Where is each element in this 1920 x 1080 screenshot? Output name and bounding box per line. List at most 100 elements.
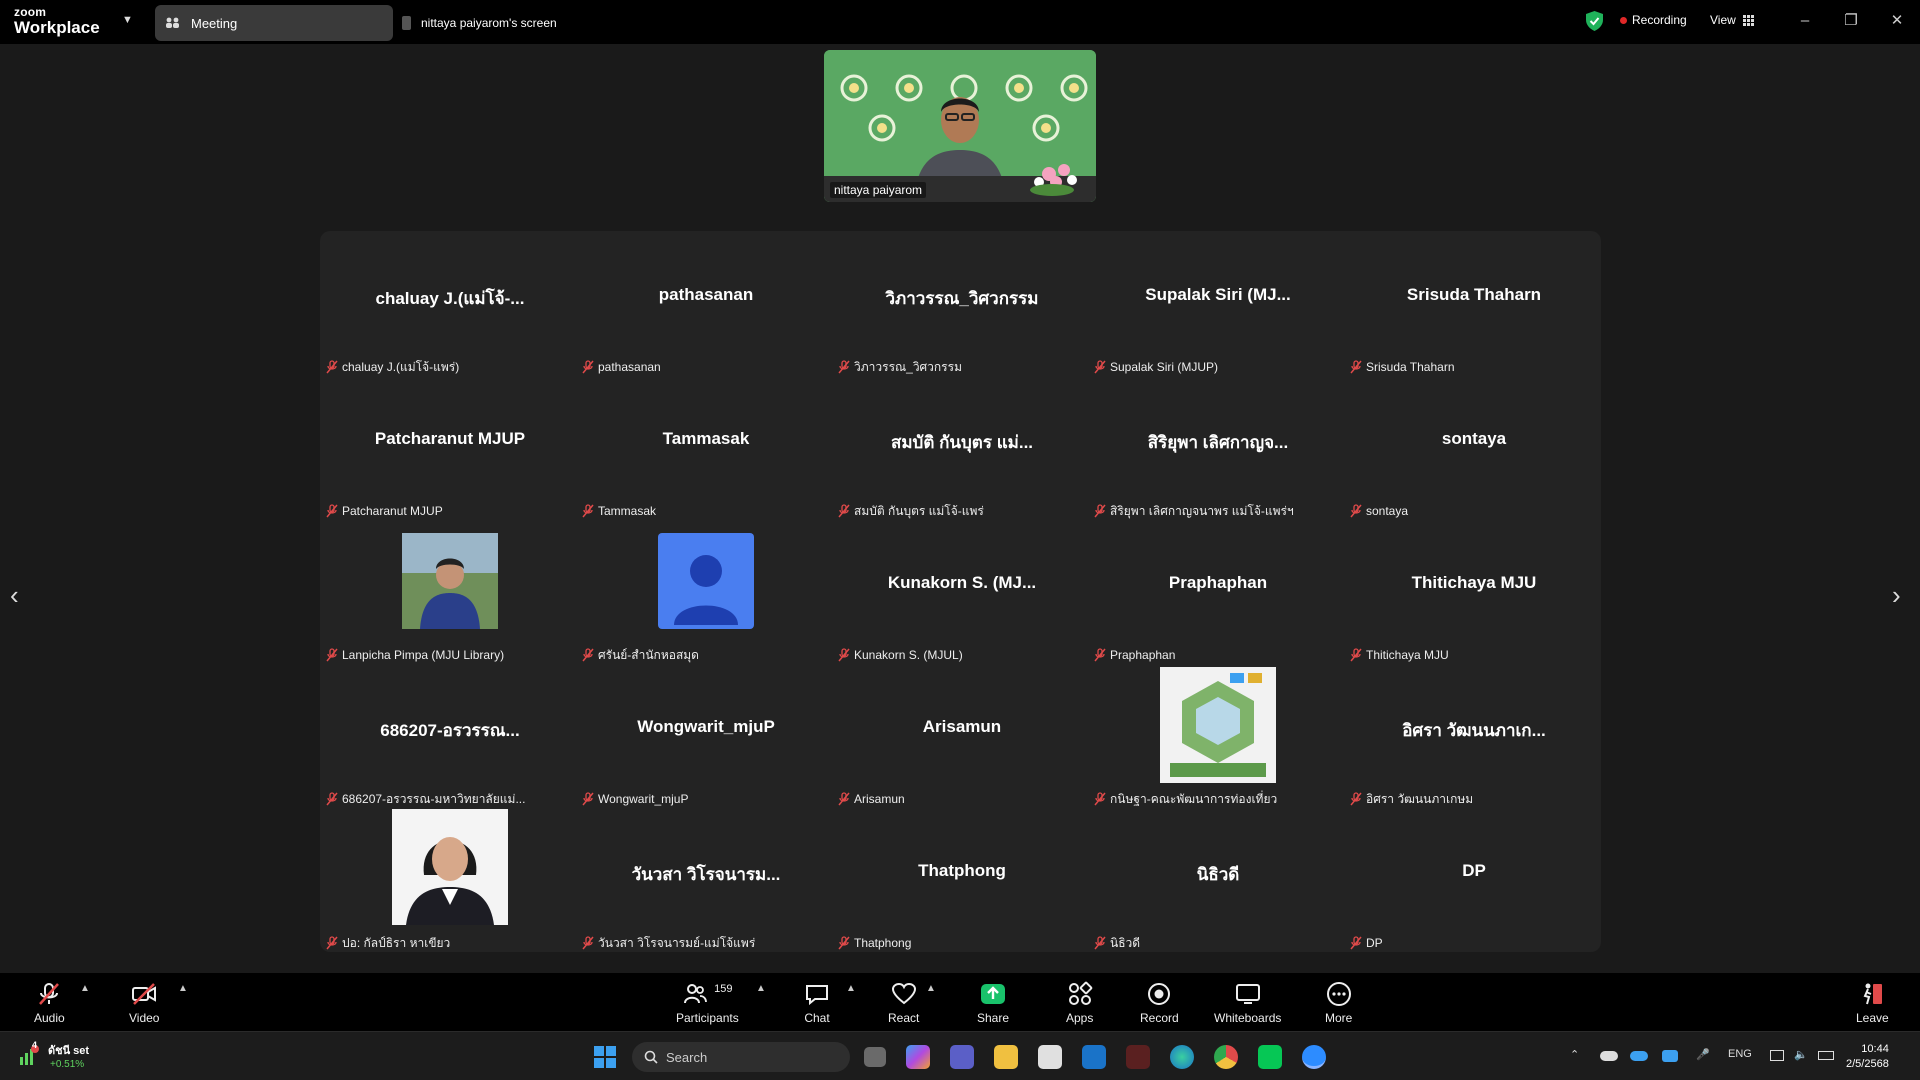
grid-icon bbox=[1742, 14, 1754, 26]
chat-button[interactable]: Chat bbox=[804, 981, 830, 1025]
chrome-icon[interactable] bbox=[1214, 1045, 1238, 1069]
prev-page-arrow-icon[interactable]: ‹ bbox=[10, 580, 19, 611]
task-view-icon[interactable] bbox=[864, 1047, 886, 1067]
stock-name: ดัชนี set bbox=[48, 1045, 90, 1057]
onedrive-icon[interactable] bbox=[1630, 1051, 1648, 1061]
participant-name-label: pathasanan bbox=[582, 357, 661, 377]
participant-tile[interactable]: sontaya sontaya bbox=[1346, 377, 1602, 521]
participants-caret-icon[interactable]: ▲ bbox=[756, 983, 766, 994]
zoom-taskbar-icon[interactable] bbox=[1302, 1045, 1326, 1069]
react-caret-icon[interactable]: ▲ bbox=[926, 983, 936, 994]
participant-name-label: chaluay J.(แม่โจ้-แพร่) bbox=[326, 357, 459, 377]
participant-tile[interactable]: Patcharanut MJUP Patcharanut MJUP bbox=[322, 377, 578, 521]
battery-icon[interactable] bbox=[1818, 1051, 1834, 1060]
video-button[interactable]: Video bbox=[129, 981, 159, 1025]
chevron-down-icon[interactable]: ▼ bbox=[122, 14, 133, 26]
participant-tile[interactable]: Thitichaya MJU Thitichaya MJU bbox=[1346, 521, 1602, 665]
participant-tile[interactable]: วิภาวรรณ_วิศวกรรม วิภาวรรณ_วิศวกรรม bbox=[834, 233, 1090, 377]
mic-muted-icon bbox=[582, 792, 594, 806]
participant-tile[interactable]: Tammasak Tammasak bbox=[578, 377, 834, 521]
mic-muted-icon bbox=[1094, 792, 1106, 806]
participant-tile[interactable]: Thatphong Thatphong bbox=[834, 809, 1090, 953]
minimize-icon[interactable]: – bbox=[1794, 10, 1816, 32]
participant-tile[interactable]: Lanpicha Pimpa (MJU Library) bbox=[322, 521, 578, 665]
participant-display-name: Praphaphan bbox=[1168, 573, 1268, 592]
react-button[interactable]: React bbox=[888, 981, 919, 1025]
video-options-caret-icon[interactable]: ▲ bbox=[178, 983, 188, 994]
participant-tile[interactable]: Supalak Siri (MJ... Supalak Siri (MJUP) bbox=[1090, 233, 1346, 377]
edge-icon[interactable] bbox=[1170, 1045, 1194, 1069]
participant-tile[interactable]: สิริยุพา เลิศกาญจ... สิริยุพา เลิศกาญจนาพ… bbox=[1090, 377, 1346, 521]
participant-tile[interactable]: Kunakorn S. (MJ... Kunakorn S. (MJUL) bbox=[834, 521, 1090, 665]
participant-tile[interactable]: 686207-อรวรรณ... 686207-อรวรรณ-มหาวิทยาลั… bbox=[322, 665, 578, 809]
participant-name: ปอ: กัลป์ธิรา หาเขียว bbox=[342, 935, 451, 950]
participant-tile[interactable]: DP DP bbox=[1346, 809, 1602, 953]
participant-tile[interactable]: Arisamun Arisamun bbox=[834, 665, 1090, 809]
tab-meeting[interactable]: Meeting bbox=[155, 5, 393, 41]
participants-button[interactable]: 159 Participants bbox=[676, 981, 739, 1025]
participant-tile[interactable]: Wongwarit_mjuP Wongwarit_mjuP bbox=[578, 665, 834, 809]
participant-tile[interactable]: Praphaphan Praphaphan bbox=[1090, 521, 1346, 665]
microphone-tray-icon[interactable]: 🎤 bbox=[1696, 1048, 1710, 1061]
stock-widget[interactable]: 4 ดัชนี set +0.51% bbox=[18, 1040, 90, 1070]
mic-muted-icon bbox=[838, 792, 850, 806]
outlook-icon[interactable] bbox=[1082, 1045, 1106, 1069]
participant-tile[interactable]: อิศรา วัฒนนภาเก... อิศรา วัฒนนภาเกษม bbox=[1346, 665, 1602, 809]
language-indicator[interactable]: ENG bbox=[1728, 1048, 1752, 1060]
tray-chevron-icon[interactable]: ⌃ bbox=[1570, 1048, 1579, 1061]
participant-name: สิริยุพา เลิศกาญจนาพร แม่โจ้-แพร่ฯ bbox=[1110, 503, 1294, 518]
windows-start-icon[interactable] bbox=[594, 1046, 616, 1068]
participant-tile[interactable]: วันวสา วิโรจนารม... วันวสา วิโรจนารมย์-แม… bbox=[578, 809, 834, 953]
line-icon[interactable] bbox=[1258, 1045, 1282, 1069]
participant-display-name: sontaya bbox=[1441, 429, 1507, 448]
participant-tile[interactable]: chaluay J.(แม่โจ้-... chaluay J.(แม่โจ้-แ… bbox=[322, 233, 578, 377]
recording-indicator[interactable]: Recording bbox=[1620, 13, 1687, 27]
woman-photo bbox=[392, 809, 508, 925]
participant-tile[interactable]: สมบัติ กันบุตร แม่... สมบัติ กันบุตร แม่โ… bbox=[834, 377, 1090, 521]
participant-name-label: สิริยุพา เลิศกาญจนาพร แม่โจ้-แพร่ฯ bbox=[1094, 501, 1294, 521]
system-clock[interactable]: 10:44 2/5/2568 bbox=[1846, 1042, 1889, 1072]
record-button[interactable]: Record bbox=[1140, 981, 1179, 1025]
participant-name: pathasanan bbox=[598, 360, 661, 374]
cloud-icon[interactable] bbox=[1600, 1051, 1618, 1061]
participant-name: ศรันย์-สำนักหอสมุด bbox=[598, 647, 699, 662]
volume-icon[interactable]: 🔈 bbox=[1794, 1048, 1808, 1061]
apps-button[interactable]: Apps bbox=[1066, 981, 1093, 1025]
participant-tile[interactable]: นิธิวดี นิธิวดี bbox=[1090, 809, 1346, 953]
close-icon[interactable]: ✕ bbox=[1886, 10, 1908, 32]
mic-muted-icon bbox=[326, 936, 338, 950]
chat-caret-icon[interactable]: ▲ bbox=[846, 983, 856, 994]
active-speaker-video[interactable]: nittaya paiyarom bbox=[824, 50, 1096, 202]
tab-shared-screen[interactable]: nittaya paiyarom's screen bbox=[402, 5, 557, 41]
copilot-icon[interactable] bbox=[906, 1045, 930, 1069]
participant-display-name: อิศรา วัฒนนภาเก... bbox=[1402, 721, 1546, 740]
audio-options-caret-icon[interactable]: ▲ bbox=[80, 983, 90, 994]
leave-button[interactable]: Leave bbox=[1856, 981, 1889, 1025]
next-page-arrow-icon[interactable]: › bbox=[1892, 580, 1901, 611]
audio-button[interactable]: Audio bbox=[34, 981, 65, 1025]
network-cloud-icon[interactable] bbox=[1662, 1050, 1678, 1062]
participant-name-label: วิภาวรรณ_วิศวกรรม bbox=[838, 357, 962, 377]
participant-display-name: สิริยุพา เลิศกาญจ... bbox=[1147, 433, 1289, 452]
tab-meeting-label: Meeting bbox=[191, 15, 238, 31]
mic-muted-icon bbox=[326, 792, 338, 806]
participant-tile[interactable]: ศรันย์-สำนักหอสมุด bbox=[578, 521, 834, 665]
share-button[interactable]: Share bbox=[977, 981, 1009, 1025]
participant-tile[interactable]: กนิษฐา-คณะพัฒนาการท่องเที่ยว bbox=[1090, 665, 1346, 809]
shield-icon[interactable] bbox=[1586, 11, 1603, 31]
participant-tile[interactable]: ปอ: กัลป์ธิรา หาเขียว bbox=[322, 809, 578, 953]
taskbar-search[interactable]: Search bbox=[632, 1042, 850, 1072]
more-button[interactable]: More bbox=[1325, 981, 1352, 1025]
participant-tile[interactable]: Srisuda Thaharn Srisuda Thaharn bbox=[1346, 233, 1602, 377]
teams-icon[interactable] bbox=[950, 1045, 974, 1069]
participant-name: Praphaphan bbox=[1110, 648, 1176, 662]
view-button[interactable]: View bbox=[1710, 13, 1754, 27]
file-explorer-icon[interactable] bbox=[994, 1045, 1018, 1069]
microsoft-store-icon[interactable] bbox=[1038, 1045, 1062, 1069]
participant-tile[interactable]: pathasanan pathasanan bbox=[578, 233, 834, 377]
display-icon[interactable] bbox=[1770, 1050, 1784, 1061]
whiteboards-button[interactable]: Whiteboards bbox=[1214, 981, 1281, 1025]
participant-name-label: sontaya bbox=[1350, 501, 1408, 521]
restore-icon[interactable]: ❐ bbox=[1840, 10, 1862, 32]
gaming-app-icon[interactable] bbox=[1126, 1045, 1150, 1069]
